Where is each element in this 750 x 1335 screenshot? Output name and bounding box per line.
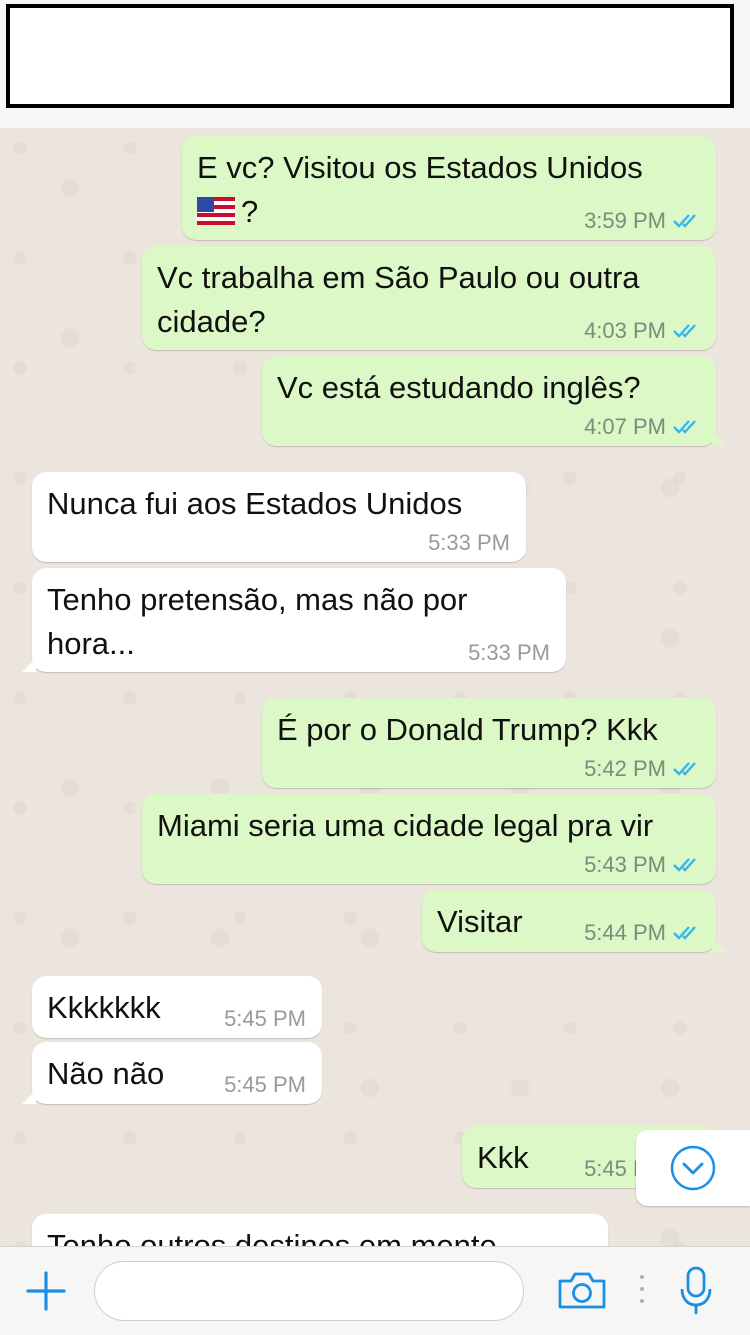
message-time: 3:59 PM bbox=[584, 208, 666, 233]
message-time: 5:44 PM bbox=[584, 920, 666, 945]
us-flag-icon bbox=[197, 197, 235, 225]
message-meta: 5:33 PM bbox=[468, 640, 550, 666]
message-input[interactable] bbox=[94, 1261, 524, 1321]
divider-dots bbox=[640, 1275, 646, 1311]
chevron-down-circle-icon bbox=[670, 1145, 716, 1191]
message-time: 5:33 PM bbox=[468, 640, 550, 665]
message-text: Vc está estudando inglês? bbox=[277, 370, 641, 405]
message-text-suffix: ? bbox=[241, 194, 259, 229]
message-time: 5:43 PM bbox=[584, 852, 666, 877]
plus-icon[interactable] bbox=[26, 1271, 66, 1311]
message-meta: 4:07 PM bbox=[584, 414, 702, 440]
read-ticks-icon bbox=[672, 418, 702, 436]
read-ticks-icon bbox=[672, 212, 702, 230]
message-meta: 3:59 PM bbox=[584, 208, 702, 234]
message-text: E vc? Visitou os Estados Unidos bbox=[197, 150, 643, 185]
message-text: Tenho pretensão, mas não por hora... bbox=[47, 582, 468, 661]
message-list[interactable]: E vc? Visitou os Estados Unidos ? 3:59 P… bbox=[0, 128, 750, 1246]
outgoing-message[interactable]: E vc? Visitou os Estados Unidos ? 3:59 P… bbox=[182, 136, 716, 240]
read-ticks-icon bbox=[672, 760, 702, 778]
message-meta: 5:42 PM bbox=[584, 756, 702, 782]
message-meta: 5:44 PM bbox=[584, 920, 702, 946]
message-time: 5:33 PM bbox=[428, 530, 510, 555]
outgoing-message[interactable]: Visitar 5:44 PM bbox=[422, 890, 726, 952]
message-meta: 5:45 PM bbox=[224, 1072, 306, 1098]
incoming-message[interactable]: Nunca fui aos Estados Unidos 5:33 PM bbox=[32, 472, 526, 562]
message-time: 5:45 PM bbox=[224, 1072, 306, 1097]
message-time: 4:07 PM bbox=[584, 414, 666, 439]
composer-bar bbox=[0, 1246, 750, 1335]
chat-header bbox=[0, 0, 750, 129]
message-meta: 5:33 PM bbox=[428, 530, 510, 556]
outgoing-message[interactable]: Miami seria uma cidade legal pra vir 5:4… bbox=[142, 794, 716, 884]
outgoing-message[interactable]: Vc está estudando inglês? 4:07 PM bbox=[262, 356, 726, 446]
message-meta: 4:03 PM bbox=[584, 318, 702, 344]
read-ticks-icon bbox=[672, 322, 702, 340]
microphone-icon[interactable] bbox=[676, 1265, 716, 1317]
read-ticks-icon bbox=[672, 856, 702, 874]
message-time: 4:03 PM bbox=[584, 318, 666, 343]
incoming-message[interactable]: Tenho pretensão, mas não por hora... 5:3… bbox=[22, 568, 566, 672]
redacted-header-block bbox=[6, 4, 734, 108]
incoming-message[interactable]: Kkkkkkk 5:45 PM bbox=[32, 976, 322, 1038]
incoming-message[interactable]: Tenho outros destinos em mente bbox=[32, 1214, 608, 1246]
scroll-to-bottom-button[interactable] bbox=[636, 1130, 750, 1206]
message-time: 5:42 PM bbox=[584, 756, 666, 781]
message-text: Nunca fui aos Estados Unidos bbox=[47, 486, 463, 521]
message-meta: 5:45 PM bbox=[224, 1006, 306, 1032]
camera-icon[interactable] bbox=[556, 1269, 608, 1311]
message-time: 5:45 PM bbox=[224, 1006, 306, 1031]
read-ticks-icon bbox=[672, 924, 702, 942]
message-text-line2: ? bbox=[197, 194, 258, 229]
message-meta: 5:43 PM bbox=[584, 852, 702, 878]
outgoing-message[interactable]: É por o Donald Trump? Kkk 5:42 PM bbox=[262, 698, 716, 788]
message-text: Miami seria uma cidade legal pra vir bbox=[157, 808, 654, 843]
message-text: Tenho outros destinos em mente bbox=[47, 1228, 497, 1246]
incoming-message[interactable]: Não não 5:45 PM bbox=[22, 1042, 322, 1104]
message-text: É por o Donald Trump? Kkk bbox=[277, 712, 658, 747]
outgoing-message[interactable]: Vc trabalha em São Paulo ou outra cidade… bbox=[142, 246, 716, 350]
